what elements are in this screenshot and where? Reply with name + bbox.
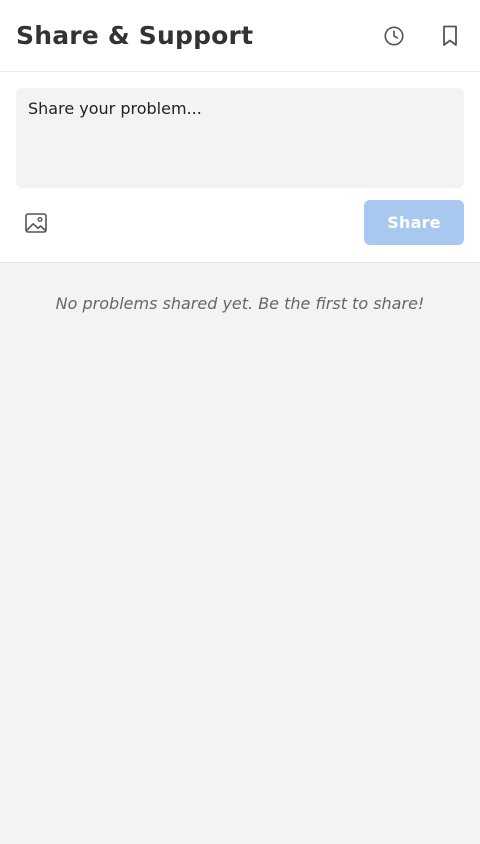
header-actions bbox=[376, 18, 468, 54]
empty-feed-message: No problems shared yet. Be the first to … bbox=[55, 294, 425, 313]
share-button[interactable]: Share bbox=[364, 200, 464, 245]
problem-input[interactable] bbox=[16, 88, 464, 188]
top-header: Share & Support bbox=[0, 0, 480, 72]
problem-feed: No problems shared yet. Be the first to … bbox=[0, 263, 480, 844]
bookmark-icon bbox=[440, 24, 460, 48]
share-support-screen: Share & Support Share your problem... Sh… bbox=[0, 0, 480, 844]
page-title: Share & Support bbox=[16, 21, 254, 50]
bookmark-button[interactable] bbox=[432, 18, 468, 54]
history-icon bbox=[383, 25, 405, 47]
problem-composer: Share bbox=[0, 72, 480, 263]
history-button[interactable] bbox=[376, 18, 412, 54]
attach-image-button[interactable] bbox=[16, 203, 56, 243]
composer-actions: Share bbox=[16, 200, 464, 245]
image-icon bbox=[24, 212, 48, 234]
